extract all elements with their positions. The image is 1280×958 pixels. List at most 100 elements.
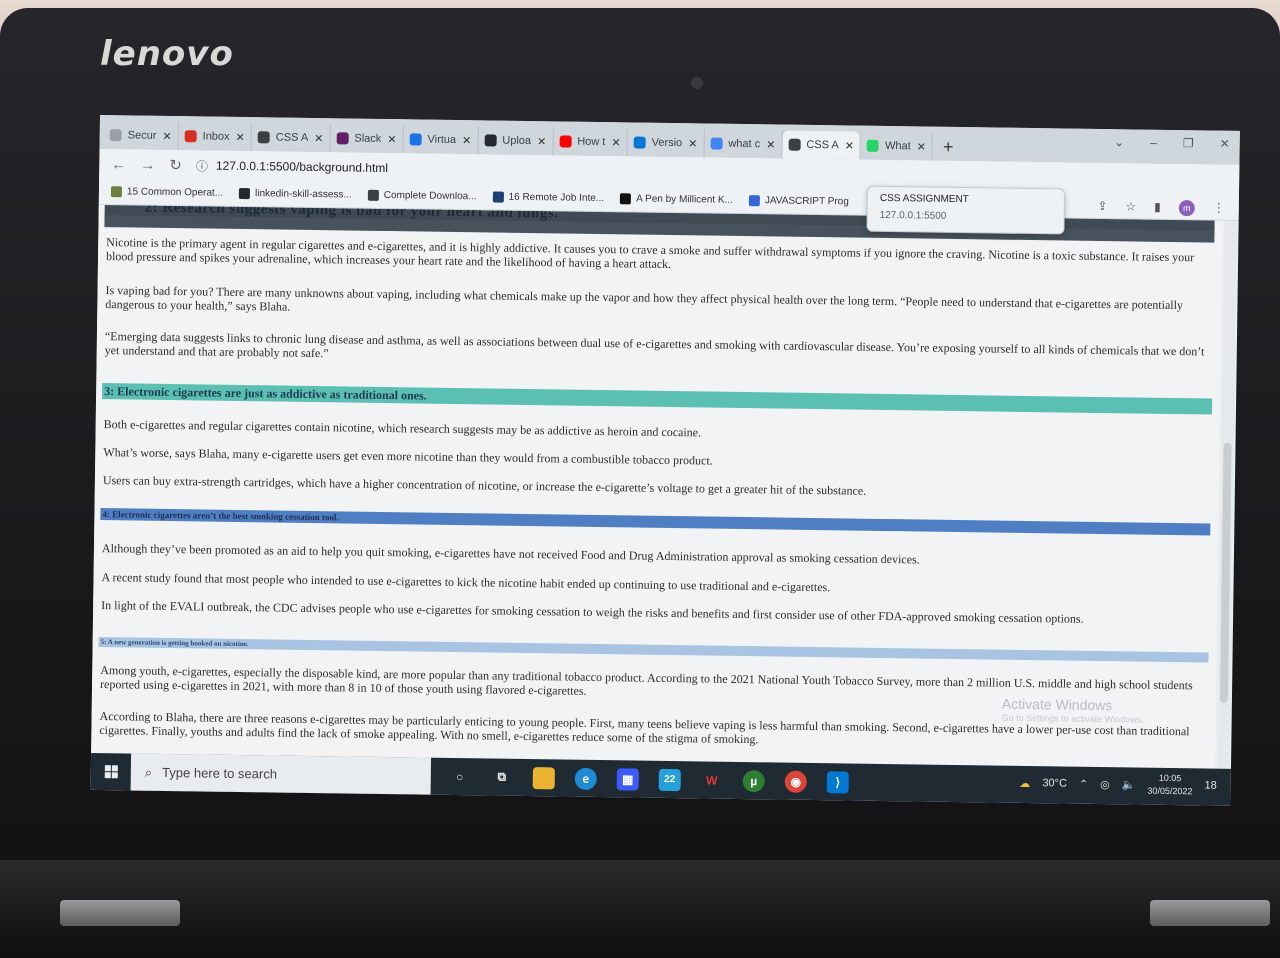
close-icon[interactable]: ✕	[766, 138, 775, 151]
tab-label: Virtua	[427, 133, 457, 146]
file-explorer-icon[interactable]	[532, 766, 555, 789]
close-icon[interactable]: ✕	[387, 133, 396, 146]
close-icon[interactable]: ✕	[162, 129, 171, 142]
browser-tab[interactable]: Versio ✕	[627, 128, 705, 158]
screen: Secur ✕ Inbox ✕ CSS A ✕ Slack ✕ Virtua ✕…	[90, 115, 1240, 806]
browser-tab[interactable]: Slack ✕	[330, 124, 404, 154]
bookmark-icon	[492, 191, 504, 203]
google-icon	[710, 137, 723, 150]
notification-icon[interactable]: 18	[1204, 779, 1216, 791]
more-menu-icon[interactable]: ⋮	[1213, 201, 1225, 217]
browser-tab-active[interactable]: CSS A ✕	[782, 130, 862, 160]
bookmark-label: 15 Common Operat...	[126, 186, 224, 199]
bookmark-item[interactable]: 15 Common Operat...	[110, 186, 224, 199]
close-icon[interactable]: ✕	[688, 137, 697, 150]
browser-tab[interactable]: How t ✕	[553, 127, 628, 157]
close-icon[interactable]: ✕	[917, 140, 926, 153]
bookmark-label: Complete Downloa...	[383, 189, 477, 203]
section-heading-3: 3: Electronic cigarettes are just as add…	[102, 383, 1213, 415]
paragraph: A recent study found that most people wh…	[101, 570, 831, 595]
cortana-icon[interactable]: ○	[449, 765, 471, 787]
forward-icon[interactable]: →	[140, 156, 155, 173]
start-button[interactable]	[91, 753, 132, 791]
back-icon[interactable]: ←	[111, 156, 126, 173]
taskbar-apps: ○ ⧉ e ▦ 22 W µ ◉ ⟩	[449, 765, 849, 794]
close-icon[interactable]: ✕	[314, 131, 323, 144]
youtube-icon	[559, 135, 572, 148]
browser-tab[interactable]: What ✕	[860, 131, 934, 161]
task-view-icon[interactable]: ⧉	[491, 766, 513, 788]
close-icon[interactable]: ✕	[845, 139, 854, 152]
paragraph: Nicotine is the primary agent in regular…	[105, 235, 1195, 271]
bookmark-item[interactable]: A Pen by Millicent K...	[620, 193, 733, 206]
star-icon[interactable]: ☆	[1125, 199, 1136, 215]
edge-icon[interactable]: e	[574, 767, 597, 790]
chrome-icon[interactable]: ◉	[784, 770, 807, 793]
taskbar-search[interactable]: ⌕ Type here to search	[130, 753, 432, 795]
bookmark-item[interactable]: 16 Remote Job Inte...	[492, 191, 604, 204]
chevron-down-icon[interactable]: ⌄	[1114, 135, 1124, 149]
close-icon[interactable]: ✕	[537, 135, 546, 148]
tooltip-url: 127.0.0.1:5500	[879, 209, 947, 222]
clock[interactable]: 10:05 30/05/2022	[1147, 772, 1192, 799]
scrollbar-thumb[interactable]	[1219, 442, 1232, 703]
browser-tab[interactable]: Virtua ✕	[403, 125, 479, 155]
tab-hover-tooltip: CSS ASSIGNMENT 127.0.0.1:5500	[866, 185, 1066, 235]
info-icon[interactable]: ⓘ	[196, 157, 208, 174]
activate-windows-watermark: Activate Windows	[1001, 695, 1113, 714]
restore-icon[interactable]: ❐	[1183, 136, 1194, 150]
codepen-icon	[620, 193, 632, 205]
browser-tab[interactable]: CSS A ✕	[251, 123, 331, 153]
tab-label: Uploa	[502, 134, 532, 148]
weather-icon[interactable]: ☁	[1019, 776, 1030, 789]
wps-icon[interactable]: W	[701, 769, 723, 791]
brand-logo: lenovo	[100, 34, 234, 74]
address-url[interactable]: 127.0.0.1:5500/background.html	[216, 159, 388, 175]
tab-label: What	[884, 139, 911, 153]
activate-windows-hint: Go to Settings to activate Windows.	[1001, 712, 1144, 725]
close-icon[interactable]: ✕	[462, 134, 471, 147]
clock-date: 30/05/2022	[1147, 785, 1193, 797]
mail-icon[interactable]: 22	[658, 768, 681, 791]
tooltip-title: CSS ASSIGNMENT	[879, 192, 969, 206]
store-icon[interactable]: ▦	[616, 767, 639, 791]
tab-label: what c	[728, 137, 761, 151]
bookmark-item[interactable]: Complete Downloa...	[367, 189, 477, 203]
minimize-icon[interactable]: –	[1150, 136, 1157, 150]
address-bar[interactable]: ⓘ 127.0.0.1:5500/background.html	[196, 157, 388, 177]
new-tab-button[interactable]: +	[933, 133, 964, 161]
close-icon[interactable]: ✕	[611, 136, 620, 149]
laptop-base	[0, 860, 1280, 958]
system-tray: ☁ 30°C ⌃ ◎ 🔈 10:05 30/05/2022 18	[1019, 770, 1217, 799]
toolbar-actions: ⇪ ☆ ▮ m ⋮	[1097, 199, 1225, 217]
paragraph: In light of the EVALI outbreak, the CDC …	[101, 598, 1084, 626]
tab-label: CSS A	[275, 131, 309, 144]
close-icon[interactable]: ✕	[236, 130, 245, 143]
browser-tab[interactable]: Uploa ✕	[478, 126, 554, 156]
vscode-icon[interactable]: ⟩	[826, 770, 849, 794]
browser-tab[interactable]: what c ✕	[704, 129, 783, 159]
browser-tab[interactable]: Inbox ✕	[178, 122, 253, 152]
reload-icon[interactable]: ↻	[169, 156, 182, 174]
weather-temp[interactable]: 30°C	[1042, 777, 1067, 789]
bookmark-item[interactable]: JAVASCRIPT Prog	[748, 195, 849, 208]
globe-icon	[257, 131, 270, 144]
github-icon	[238, 187, 251, 200]
tab-label: Versio	[651, 136, 683, 150]
side-panel-icon[interactable]: ▮	[1154, 200, 1161, 216]
close-window-icon[interactable]: ✕	[1220, 137, 1230, 151]
gmail-icon	[184, 130, 197, 143]
torrent-icon[interactable]: µ	[742, 769, 765, 792]
document-icon	[409, 133, 422, 146]
browser-tab[interactable]: Secur ✕	[103, 121, 179, 151]
bookmark-item[interactable]: linkedin-skill-assess...	[238, 187, 352, 201]
search-icon: ⌕	[144, 764, 153, 780]
clock-time: 10:05	[1158, 772, 1182, 784]
network-icon[interactable]: ◎	[1100, 778, 1110, 791]
chevron-up-icon[interactable]: ⌃	[1079, 777, 1088, 790]
avatar[interactable]: m	[1178, 200, 1195, 217]
volume-icon[interactable]: 🔈	[1122, 778, 1136, 791]
window-controls: ⌄ – ❐ ✕	[1114, 135, 1230, 151]
share-icon[interactable]: ⇪	[1097, 199, 1107, 215]
bookmark-label: JAVASCRIPT Prog	[764, 195, 849, 208]
